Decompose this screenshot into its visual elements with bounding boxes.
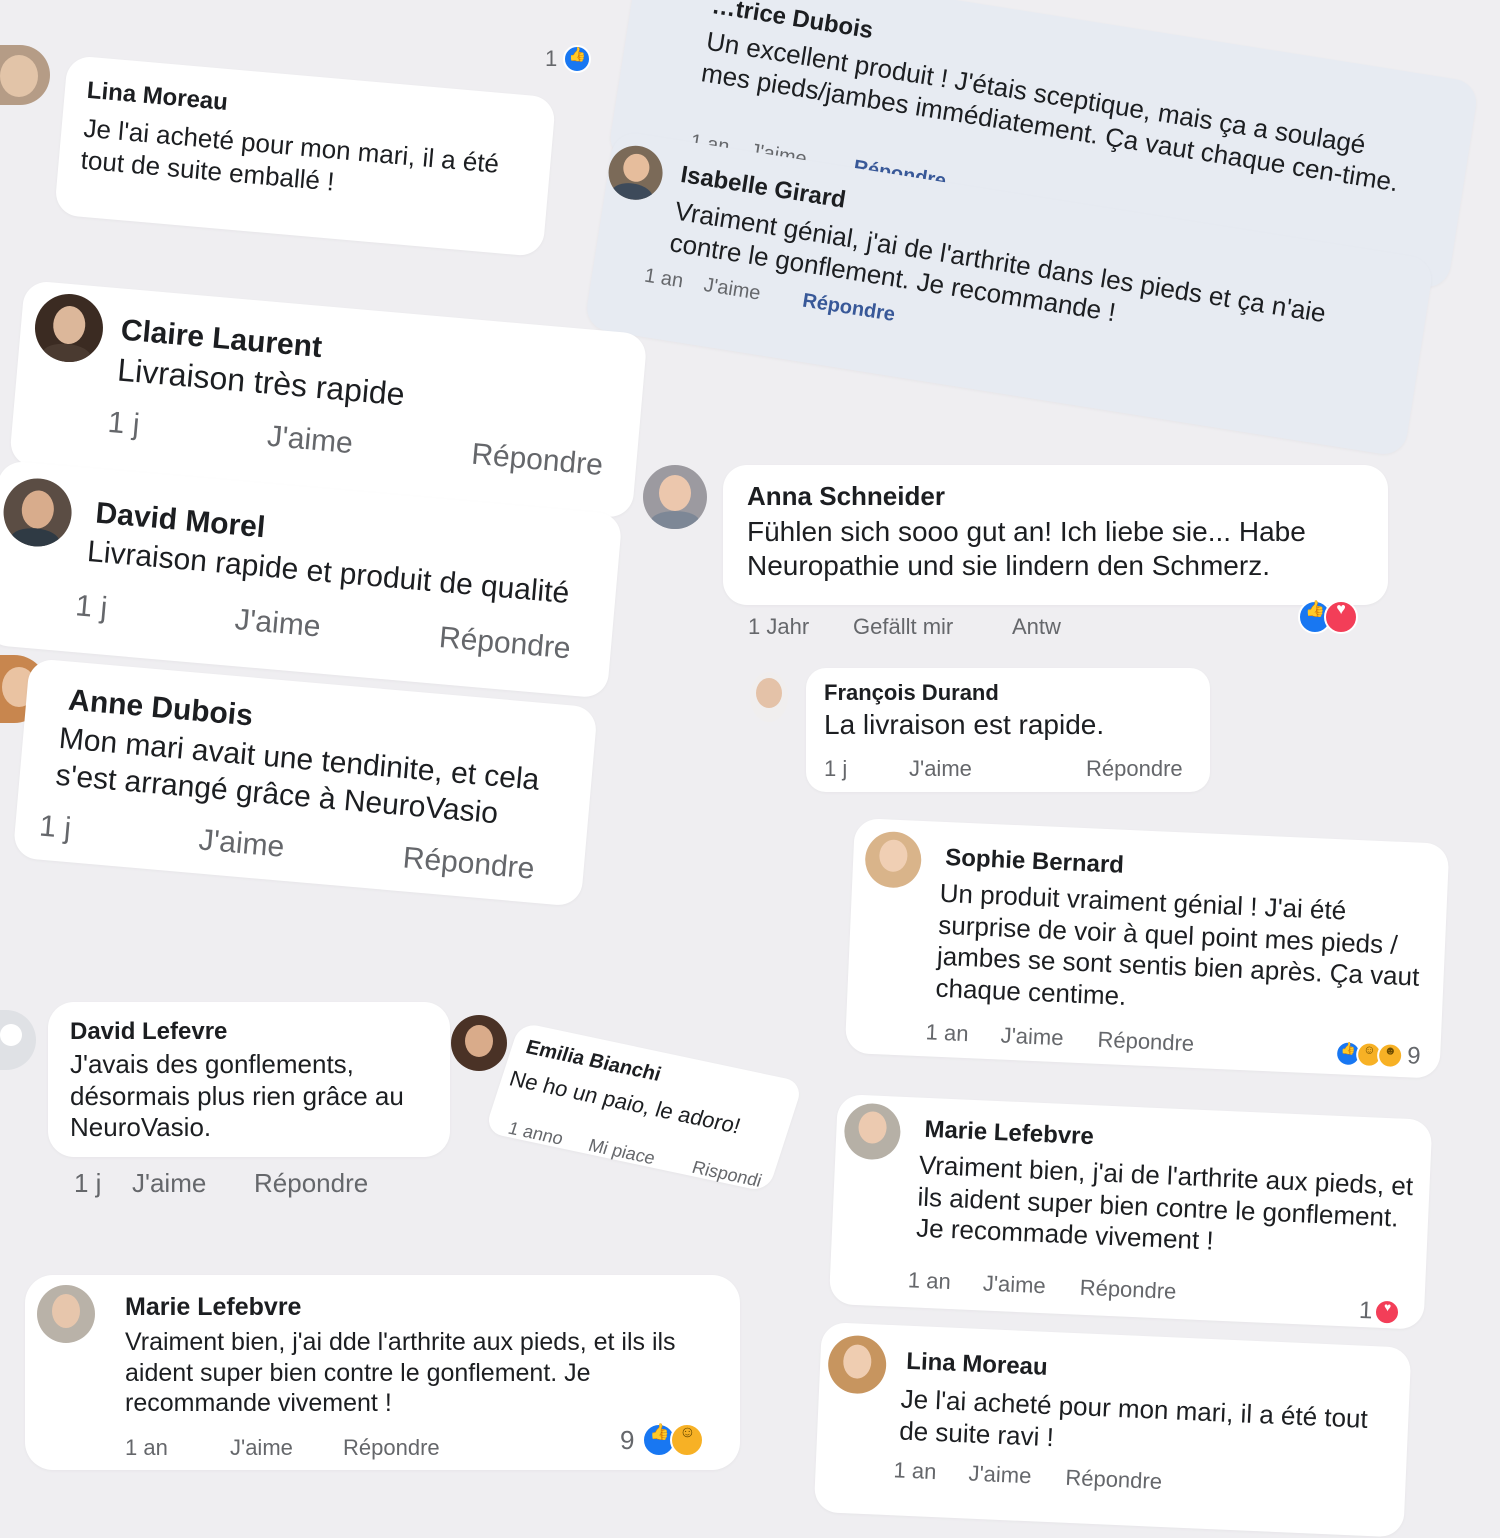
like-button[interactable]: J'aime (909, 756, 972, 782)
like-button[interactable]: J'aime (982, 1271, 1046, 1300)
comment-author: Lina Moreau (905, 1347, 1049, 1381)
like-button[interactable]: J'aime (1000, 1023, 1064, 1052)
comment-text: La livraison est rapide. (824, 709, 1105, 740)
heart-icon: ♥ (1373, 1298, 1401, 1326)
like-icon: 👍 (563, 45, 592, 73)
comment-text: Je l'ai acheté pour mon mari, il a été t… (79, 112, 501, 197)
comment-author: François Durand (824, 680, 999, 705)
reply-button[interactable]: Répondre (343, 1435, 440, 1461)
reaction-summary: 9 👍 ☺ (620, 1423, 705, 1457)
comment-text: J'avais des gonflements, désormais plus … (70, 1049, 404, 1143)
comment-card: Anne Dubois Mon mari avait une tendinite… (12, 658, 598, 907)
like-button[interactable]: J'aime (197, 823, 285, 864)
like-button[interactable]: Gefällt mir (853, 614, 953, 640)
avatar (643, 465, 707, 529)
comment-text: Vraiment bien, j'ai dde l'arthrite aux p… (125, 1328, 676, 1417)
avatar (451, 1015, 507, 1071)
reply-button[interactable]: Répondre (401, 841, 536, 886)
comment-card: Marie Lefebvre Vraiment bien, j'ai dde l… (25, 1275, 740, 1470)
like-button[interactable]: J'aime (702, 274, 762, 306)
laugh-icon: ☺ (670, 1423, 705, 1457)
avatar (604, 141, 667, 204)
comment-card: Marie Lefebvre Vraiment bien, j'ai de l'… (828, 1094, 1433, 1330)
like-button[interactable]: J'aime (233, 603, 322, 644)
comment-card: Lina Moreau Je l'ai acheté pour mon mari… (813, 1322, 1412, 1538)
comment-author: Anna Schneider (747, 481, 945, 511)
reply-button[interactable]: Répondre (1065, 1465, 1163, 1495)
like-button[interactable]: J'aime (266, 420, 354, 461)
comment-author: Lina Moreau (85, 76, 229, 117)
avatar (864, 830, 923, 889)
comment-text: Je l'ai acheté pour mon mari, il a été t… (898, 1383, 1369, 1452)
avatar (0, 475, 75, 550)
avatar (826, 1334, 888, 1395)
care-icon: ☻ (1376, 1042, 1404, 1070)
avatar (843, 1102, 902, 1161)
comment-text: Livraison rapide et produit de qualité (85, 535, 571, 611)
avatar (37, 1285, 95, 1343)
reply-button[interactable]: Antw (1012, 614, 1061, 640)
reply-button[interactable]: Répondre (438, 621, 572, 666)
comment-text: Un produit vraiment génial ! J'ai été su… (935, 877, 1420, 1012)
like-button[interactable]: J'aime (968, 1461, 1032, 1490)
social-comments-collage: { "comments": [ {"id":"c1","name":"Lina … (0, 0, 1500, 1538)
reaction-summary: 1 ♥ (1358, 1297, 1401, 1327)
comment-author: Sophie Bernard (944, 843, 1125, 879)
reaction-summary: 👍 ☺ ☻ 9 (1334, 1039, 1421, 1071)
avatar (32, 291, 106, 365)
reaction-summary: 👍 ♥ (1298, 600, 1358, 634)
heart-icon: ♥ (1324, 600, 1358, 634)
comment-author: Marie Lefebvre (923, 1115, 1095, 1151)
reply-button[interactable]: Répondre (801, 290, 897, 327)
top-like-count: 1 👍 (545, 45, 592, 73)
like-button[interactable]: J'aime (132, 1168, 206, 1199)
avatar (750, 672, 788, 722)
comment-text: Fühlen sich sooo gut an! Ich liebe sie..… (747, 516, 1306, 582)
comment-author: David Lefevre (70, 1018, 228, 1045)
comment-author: Marie Lefebvre (125, 1293, 302, 1321)
avatar (0, 1010, 36, 1070)
comment-text: Vraiment bien, j'ai de l'arthrite aux pi… (915, 1149, 1414, 1256)
comment-text: Mon mari avait une tendinite, et cela s'… (54, 721, 541, 830)
comment-card: Anna Schneider Fühlen sich sooo gut an! … (723, 465, 1388, 605)
comment-card: François Durand La livraison est rapide.… (806, 668, 1210, 792)
comment-text: Livraison très rapide (115, 351, 407, 413)
like-button[interactable]: J'aime (230, 1435, 293, 1461)
reply-button[interactable]: Répondre (470, 438, 604, 483)
reply-button[interactable]: Répondre (1079, 1275, 1177, 1305)
comment-card: David Lefevre J'avais des gonflements, d… (48, 1002, 450, 1157)
comment-card: Sophie Bernard Un produit vraiment génia… (844, 818, 1450, 1079)
reply-button[interactable]: Répondre (1086, 756, 1183, 782)
avatar (0, 45, 50, 105)
reply-button[interactable]: Répondre (1097, 1027, 1195, 1057)
comment-card: Lina Moreau Je l'ai acheté pour mon mari… (54, 55, 557, 258)
reply-button[interactable]: Répondre (254, 1168, 368, 1199)
